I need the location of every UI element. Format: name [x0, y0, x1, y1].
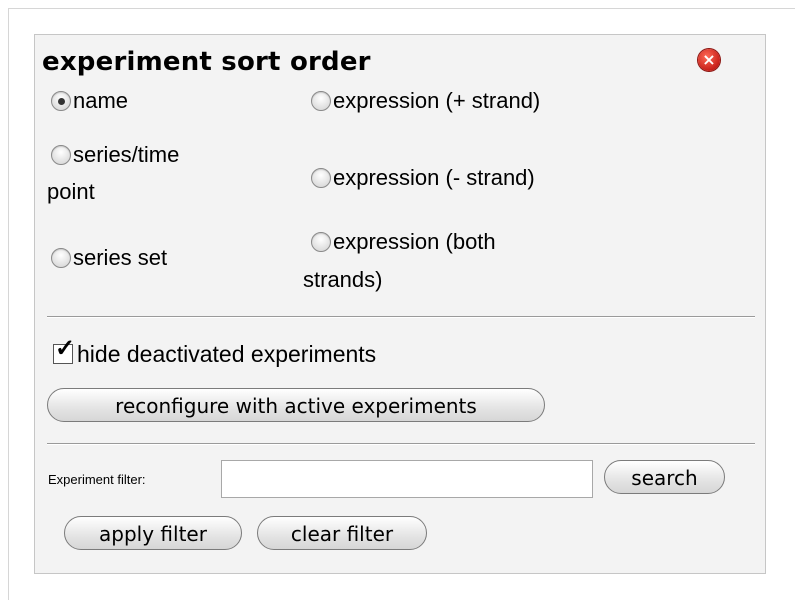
sort-option-expression-plus[interactable]: expression (+ strand): [311, 85, 540, 117]
filter-label: Experiment filter:: [48, 472, 146, 487]
sort-option-series-set[interactable]: series set: [51, 242, 167, 274]
sort-option-label: series set: [73, 245, 168, 270]
sort-option-series-time-point[interactable]: series/time: [51, 139, 179, 171]
radio-icon[interactable]: [311, 91, 331, 111]
sort-order-panel: experiment sort order × name expression …: [34, 34, 766, 574]
sort-option-label: expression (+ strand): [333, 88, 541, 113]
apply-filter-button[interactable]: apply filter: [64, 516, 242, 550]
close-icon[interactable]: ×: [698, 49, 720, 71]
experiment-filter-input[interactable]: [221, 460, 593, 498]
sort-option-label: name: [73, 88, 129, 113]
radio-icon[interactable]: [311, 232, 331, 252]
checkmark-icon: ✓: [55, 335, 76, 362]
clear-filter-button[interactable]: clear filter: [257, 516, 427, 550]
sort-option-expression-minus[interactable]: expression (- strand): [311, 162, 535, 194]
checkbox-icon[interactable]: ✓: [53, 337, 75, 364]
search-button[interactable]: search: [604, 460, 725, 494]
sort-option-label: series/time: [73, 142, 180, 167]
radio-icon[interactable]: [51, 145, 71, 165]
divider: [47, 316, 755, 318]
radio-icon[interactable]: [51, 248, 71, 268]
sort-option-expression-both[interactable]: expression (both: [311, 226, 496, 258]
sort-option-label: expression (both: [333, 229, 496, 254]
sort-option-name[interactable]: name: [51, 85, 128, 117]
hide-deactivated-checkbox-row[interactable]: ✓ hide deactivated experiments: [53, 337, 377, 370]
divider: [47, 443, 755, 445]
reconfigure-button[interactable]: reconfigure with active experiments: [47, 388, 545, 422]
sort-option-label-continued: point: [47, 179, 95, 204]
panel-title: experiment sort order: [42, 47, 371, 77]
radio-icon[interactable]: [51, 91, 71, 111]
hide-deactivated-label: hide deactivated experiments: [77, 341, 377, 367]
sort-option-label: expression (- strand): [333, 165, 535, 190]
sort-option-label-continued: strands): [303, 267, 383, 292]
radio-icon[interactable]: [311, 168, 331, 188]
